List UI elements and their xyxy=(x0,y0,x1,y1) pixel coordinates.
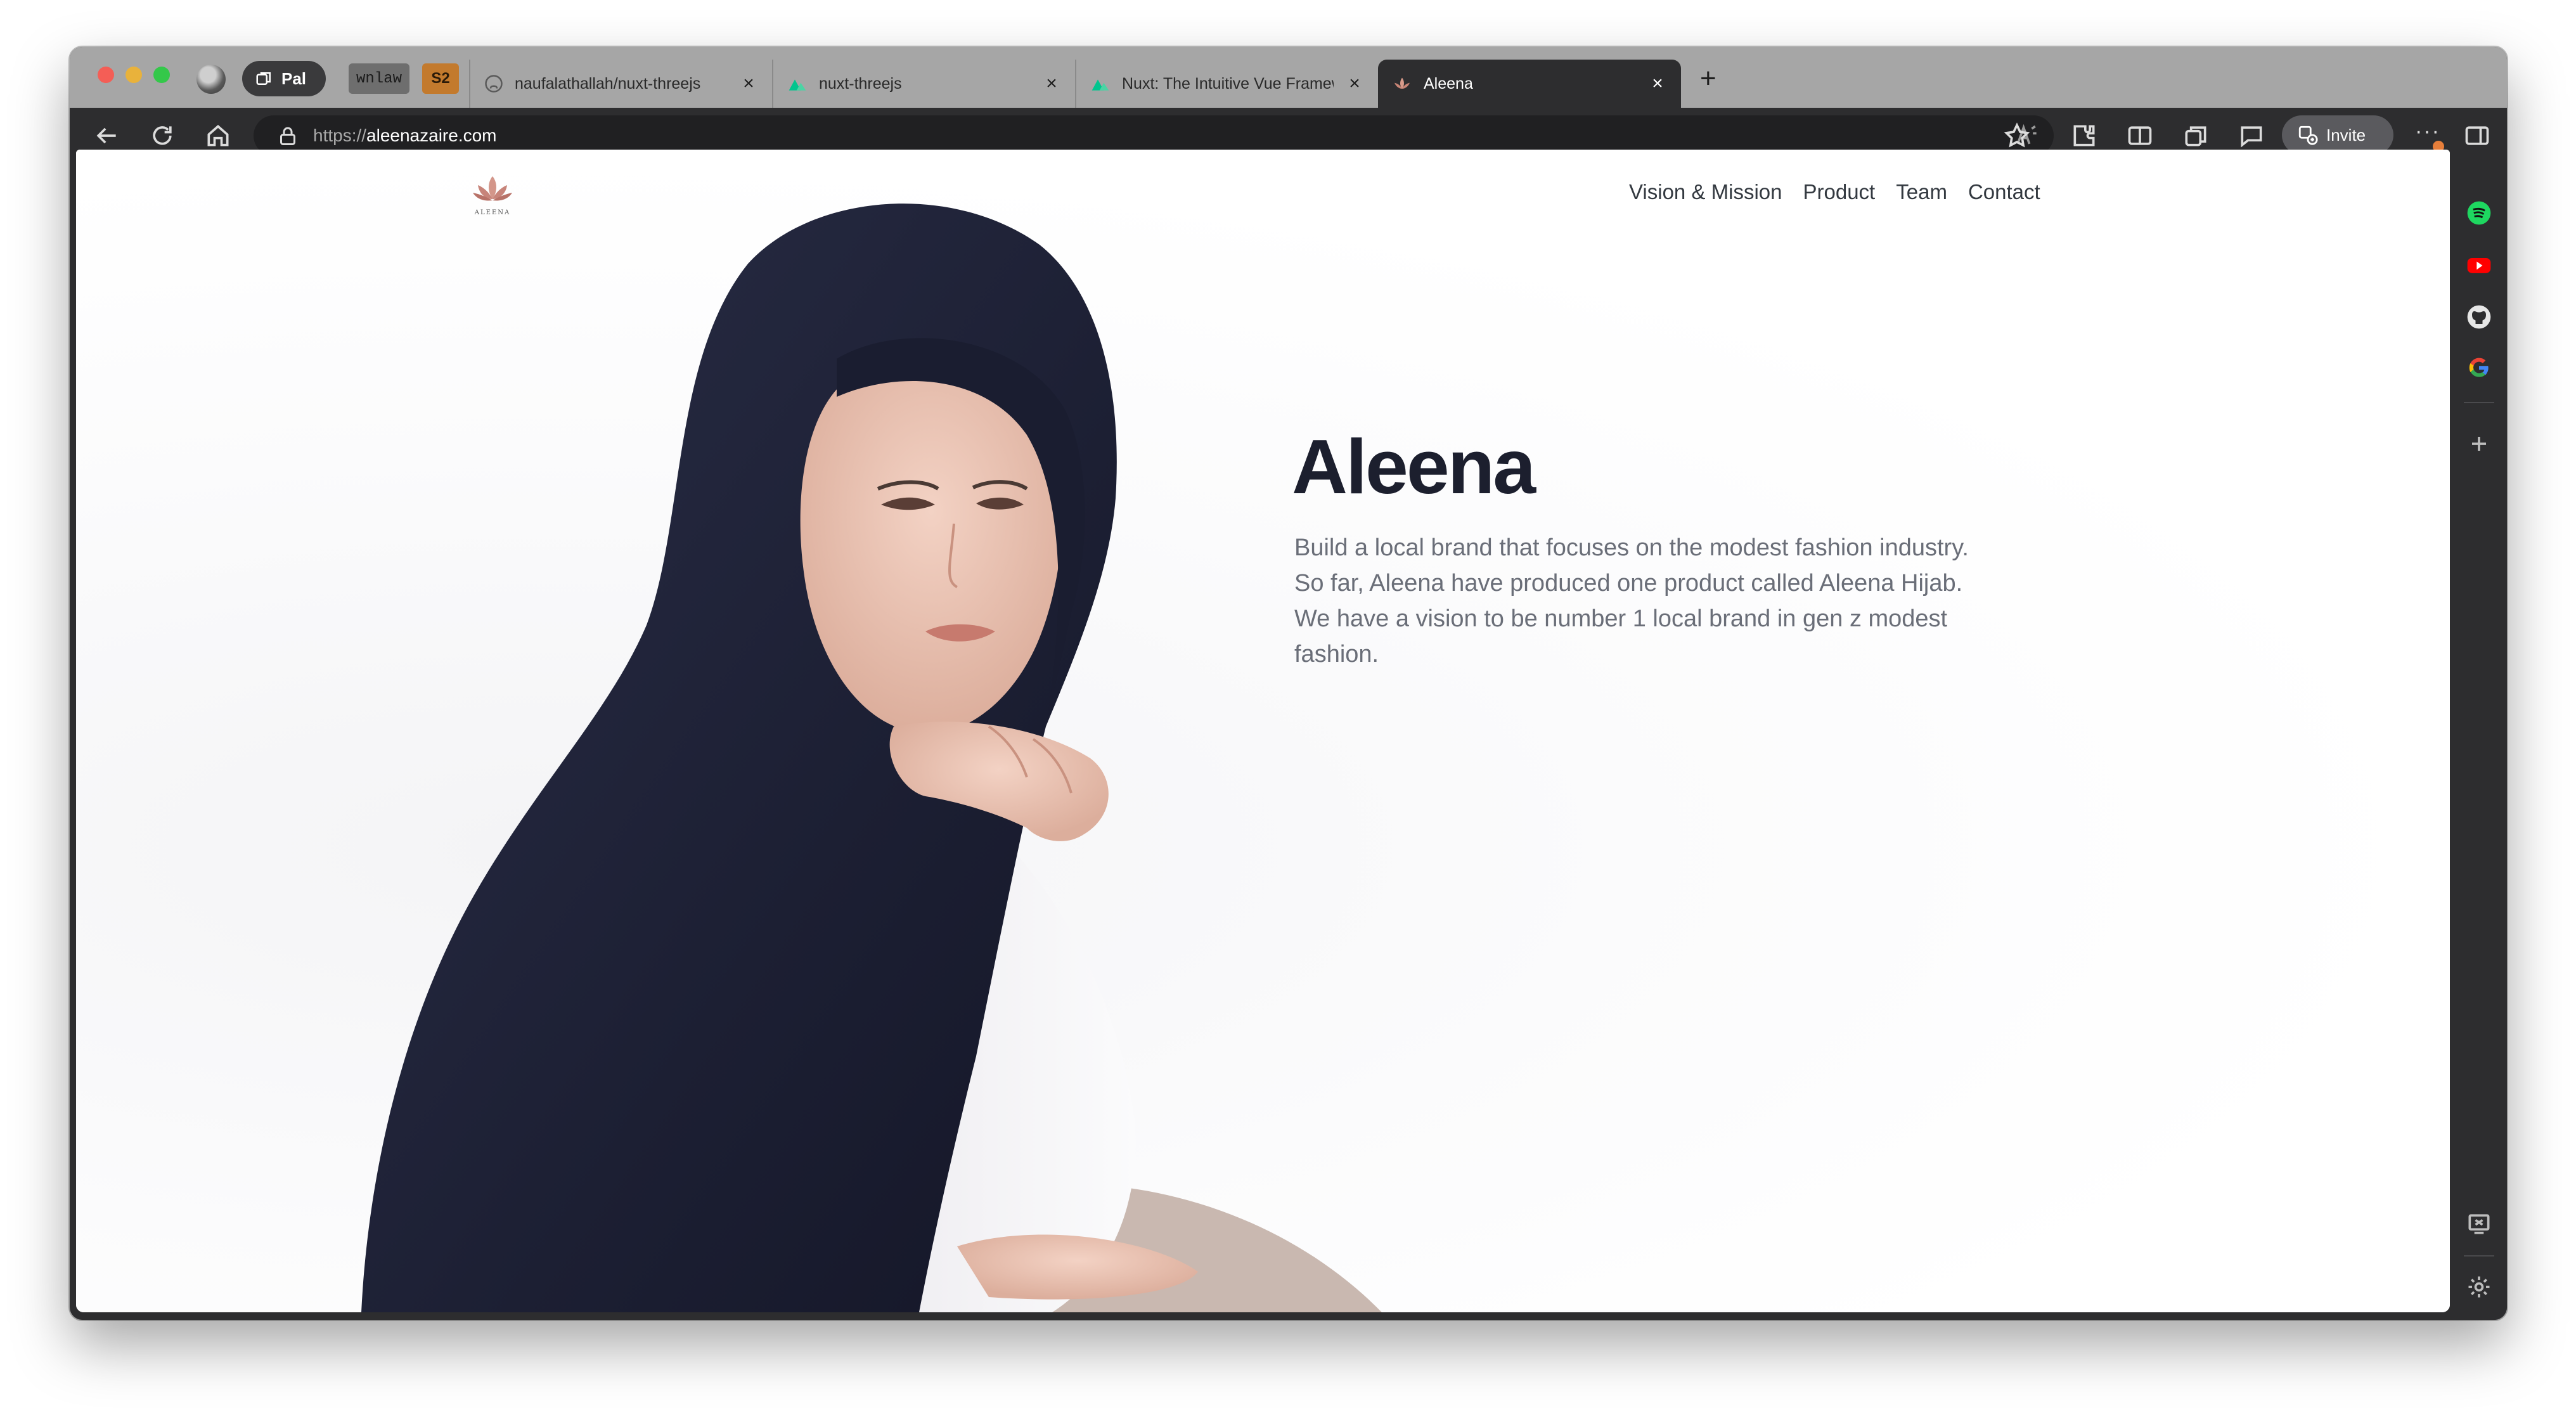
browser-window: Pal wnlaw S2 naufalathallah/nuxt-threejs… xyxy=(70,47,2507,1320)
minimize-window-button[interactable] xyxy=(126,67,142,83)
screenshot-icon[interactable] xyxy=(2465,1210,2493,1237)
favorite-star-icon[interactable] xyxy=(2003,122,2031,150)
back-arrow-icon[interactable] xyxy=(93,122,120,150)
feedback-icon[interactable] xyxy=(2238,122,2265,150)
tab-github[interactable]: naufalathallah/nuxt-threejs × xyxy=(469,60,772,108)
tab-nuxt-framework[interactable]: Nuxt: The Intuitive Vue Framew × xyxy=(1075,60,1378,108)
close-window-button[interactable] xyxy=(98,67,114,83)
workspace-label: Pal xyxy=(281,68,307,88)
close-tab-icon[interactable]: × xyxy=(1042,73,1061,94)
tab-nuxt-threejs[interactable]: nuxt-threejs × xyxy=(772,60,1075,108)
nav-vision-mission[interactable]: Vision & Mission xyxy=(1629,180,1782,204)
spotify-icon[interactable] xyxy=(2465,199,2493,227)
tab-title: Aleena xyxy=(1424,74,1473,93)
url-scheme: https:// xyxy=(313,126,367,145)
maximize-window-button[interactable] xyxy=(153,67,170,83)
nuxt-icon xyxy=(789,79,806,91)
github-icon xyxy=(485,75,503,93)
invite-label: Invite xyxy=(2326,125,2366,145)
tab-title: nuxt-threejs xyxy=(819,74,902,93)
new-tab-button[interactable]: + xyxy=(1700,63,1716,94)
split-screen-icon[interactable] xyxy=(2126,122,2154,150)
sidebar-toggle-icon[interactable] xyxy=(2463,122,2491,150)
hero-model-image xyxy=(361,204,1382,1312)
extensions-icon[interactable] xyxy=(2070,122,2098,150)
invite-icon xyxy=(2298,126,2318,145)
invite-button[interactable]: Invite xyxy=(2282,115,2393,155)
close-tab-icon[interactable]: × xyxy=(739,73,758,94)
google-icon[interactable] xyxy=(2465,354,2493,382)
workspaces-icon xyxy=(256,72,271,85)
web-content: ALEENA Vision & Mission Product Team Con… xyxy=(76,150,2450,1312)
close-tab-icon[interactable]: × xyxy=(1345,73,1364,94)
close-tab-icon[interactable]: × xyxy=(1648,73,1667,94)
home-icon[interactable] xyxy=(204,122,232,150)
nav-product[interactable]: Product xyxy=(1803,180,1876,204)
right-sidebar xyxy=(2451,164,2507,1320)
github-icon[interactable] xyxy=(2465,303,2493,331)
tab-title: Nuxt: The Intuitive Vue Framew xyxy=(1122,74,1334,93)
aleena-lotus-logo[interactable]: ALEENA xyxy=(464,172,521,223)
workspace-button[interactable]: Pal xyxy=(242,61,326,96)
pinned-tab-s2[interactable]: S2 xyxy=(422,63,459,94)
svg-text:ALEENA: ALEENA xyxy=(474,209,510,216)
reload-icon[interactable] xyxy=(148,122,176,150)
site-nav: Vision & Mission Product Team Contact xyxy=(1629,180,2040,204)
nuxt-icon xyxy=(1092,79,1109,91)
settings-gear-icon[interactable] xyxy=(2465,1273,2493,1301)
pinned-tab-wnlaw[interactable]: wnlaw xyxy=(349,63,409,94)
hero-title: Aleena xyxy=(1292,423,1536,510)
nav-team[interactable]: Team xyxy=(1896,180,1947,204)
tab-strip: Pal wnlaw S2 naufalathallah/nuxt-threejs… xyxy=(70,47,2507,108)
sidebar-divider xyxy=(2464,402,2494,403)
nav-contact[interactable]: Contact xyxy=(1968,180,2040,204)
sidebar-divider xyxy=(2464,1255,2494,1257)
youtube-icon[interactable] xyxy=(2465,251,2493,279)
tab-aleena-active[interactable]: Aleena × xyxy=(1378,60,1681,108)
lotus-icon xyxy=(1394,77,1410,89)
profile-avatar[interactable] xyxy=(196,65,226,94)
tab-title: naufalathallah/nuxt-threejs xyxy=(515,74,701,93)
collections-icon[interactable] xyxy=(2182,122,2210,150)
url-host: aleenazaire.com xyxy=(366,126,497,145)
lock-icon xyxy=(280,127,295,145)
hero-description: Build a local brand that focuses on the … xyxy=(1294,534,1969,668)
add-icon[interactable] xyxy=(2465,430,2493,458)
